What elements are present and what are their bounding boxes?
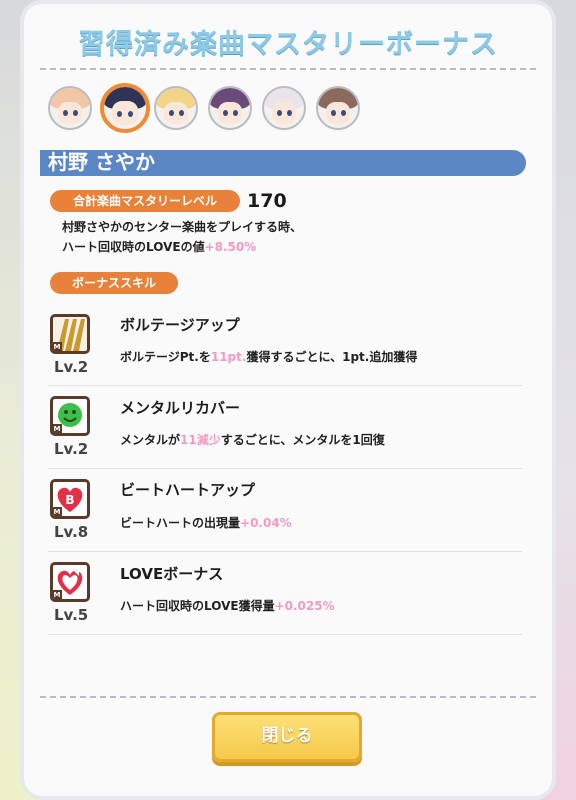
- character-name: 村野 さやか: [48, 150, 155, 174]
- skill-divider: [48, 551, 522, 552]
- beat-heart-up-icon: B M: [50, 479, 90, 519]
- skill-level: Lv.2: [54, 440, 89, 458]
- mastery-level-label: 合計楽曲マスタリーレベル: [50, 190, 240, 212]
- avatar-6[interactable]: [316, 86, 360, 130]
- footer-divider: [40, 696, 536, 698]
- mental-recover-icon: M: [50, 396, 90, 436]
- voltage-up-icon: M: [50, 314, 90, 354]
- skill-name-love-bonus: LOVEボーナス: [120, 565, 224, 583]
- skill-level: Lv.5: [54, 606, 89, 624]
- mastery-level-value: 170: [247, 190, 287, 212]
- svg-text:B: B: [65, 493, 74, 507]
- skill-name-voltage-up: ボルテージアップ: [120, 316, 240, 334]
- skill-desc-voltage-up: ボルテージPt.を11pt.獲得するごとに、1pt.追加獲得: [120, 350, 418, 364]
- mastery-bonus-value: +8.50%: [204, 240, 257, 254]
- dialog-title: 習得済み楽曲マスタリーボーナス: [78, 29, 498, 60]
- mastery-description-line2: ハート回収時のLOVEの値+8.50%: [62, 240, 257, 254]
- title-divider: [40, 68, 536, 70]
- avatar-3[interactable]: [154, 86, 198, 130]
- skill-divider: [48, 385, 522, 386]
- skill-name-beat-heart-up: ビートハートアップ: [120, 481, 256, 499]
- love-bonus-icon: M: [50, 562, 90, 602]
- mastery-description-line1: 村野さやかのセンター楽曲をプレイする時、: [62, 220, 303, 234]
- avatar-1[interactable]: [48, 86, 92, 130]
- skill-desc-love-bonus: ハート回収時のLOVE獲得量+0.025%: [120, 599, 335, 613]
- skill-divider: [48, 468, 522, 469]
- skill-level: Lv.2: [54, 358, 89, 376]
- skill-divider: [48, 634, 522, 635]
- avatar-4[interactable]: [208, 86, 252, 130]
- avatar-2-selected[interactable]: [100, 83, 150, 133]
- skill-level: Lv.8: [54, 523, 89, 541]
- avatar-5[interactable]: [262, 86, 306, 130]
- skill-desc-beat-heart-up: ビートハートの出現量+0.04%: [120, 516, 292, 530]
- bonus-skill-label: ボーナススキル: [50, 272, 178, 294]
- close-button[interactable]: 閉じる: [212, 712, 362, 762]
- skill-name-mental-recover: メンタルリカバー: [120, 399, 241, 417]
- skill-desc-mental-recover: メンタルが11減少するごとに、メンタルを1回復: [120, 433, 385, 447]
